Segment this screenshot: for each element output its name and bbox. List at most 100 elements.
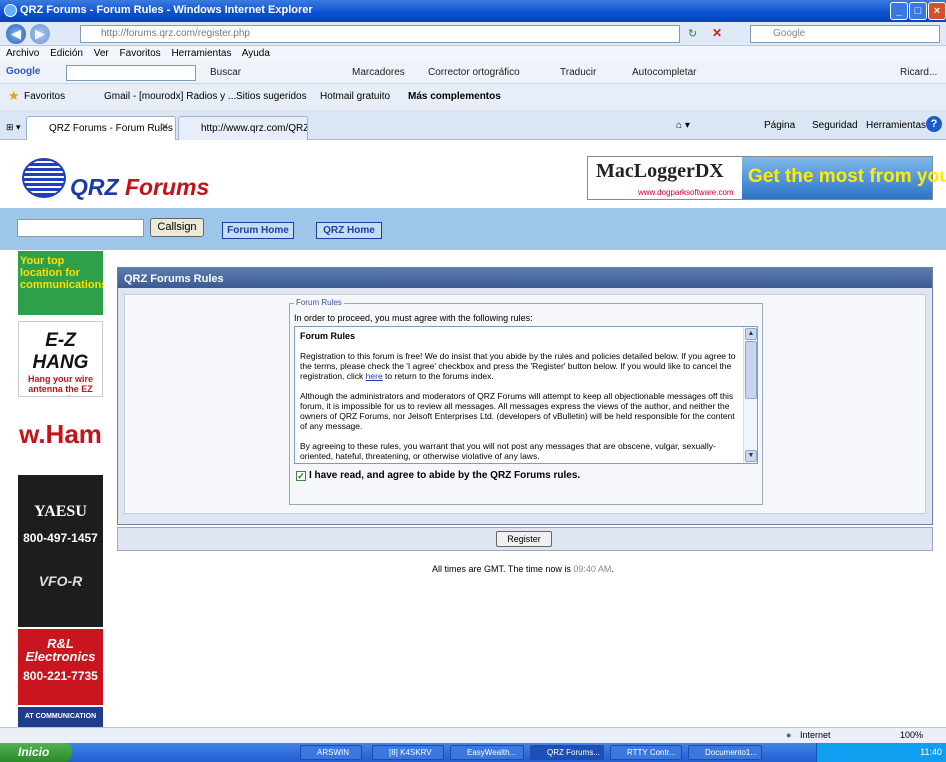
quick-tabs-icon[interactable]: ⊞ ▾: [6, 122, 21, 133]
start-button[interactable]: Inicio: [0, 743, 72, 762]
address-toolbar: ◀ ▶ http://forums.qrz.com/register.php ↻…: [0, 22, 946, 46]
tab-label: http://www.qrz.com/QRZ_T...: [201, 123, 307, 134]
google-user[interactable]: Ricard...: [900, 67, 937, 78]
rules-intro: In order to proceed, you must agree with…: [294, 313, 533, 323]
address-text: http://forums.qrz.com/register.php: [101, 28, 250, 39]
tools-home-icon[interactable]: ⌂ ▾: [676, 120, 690, 131]
fieldset-legend: Forum Rules: [294, 298, 344, 307]
agree-label: I have read, and agree to abide by the Q…: [309, 470, 581, 481]
task-easywealth[interactable]: EasyWealth...: [450, 745, 524, 760]
forward-button[interactable]: ▶: [30, 24, 50, 44]
forum-home-link[interactable]: Forum Home: [222, 222, 294, 239]
menu-ayuda[interactable]: Ayuda: [242, 48, 270, 59]
ad-communications[interactable]: Your top location for communications.: [18, 251, 103, 315]
task-qrz-forums[interactable]: QRZ Forums...: [530, 745, 604, 760]
favorites-button[interactable]: Favoritos: [24, 91, 65, 102]
tab-qrz-home[interactable]: http://www.qrz.com/QRZ_T...: [178, 116, 308, 140]
ad-rl-electronics[interactable]: R&L Electronics 800-221-7735: [18, 629, 103, 705]
page-viewport: QRZ Forums MacLoggerDX www.dogparksoftwa…: [0, 141, 946, 727]
tools-page[interactable]: Página: [764, 120, 795, 131]
rules-paragraph-1: Registration to this forum is free! We d…: [300, 351, 743, 381]
fav-gmail[interactable]: Gmail - [mourodx] Radios y ...: [104, 91, 236, 102]
close-button[interactable]: ×: [928, 2, 946, 20]
security-zone: Internet: [800, 730, 831, 740]
menu-herramientas[interactable]: Herramientas: [171, 48, 231, 59]
site-logo[interactable]: QRZ Forums: [70, 174, 209, 201]
zoom-level[interactable]: 100%: [900, 730, 923, 740]
register-button[interactable]: Register: [496, 531, 552, 547]
menu-edicion[interactable]: Edición: [50, 48, 83, 59]
rules-textbox[interactable]: Forum Rules Registration to this forum i…: [294, 326, 758, 464]
callsign-button[interactable]: Callsign: [150, 218, 204, 237]
agree-checkbox[interactable]: ✓: [296, 471, 306, 481]
internet-zone-icon: ●: [786, 730, 792, 740]
clock[interactable]: 11:40: [920, 747, 942, 757]
menu-archivo[interactable]: Archivo: [6, 48, 39, 59]
rules-panel: QRZ Forums Rules Forum Rules In order to…: [117, 267, 933, 525]
ad-wham[interactable]: w.Ham: [18, 411, 103, 461]
minimize-button[interactable]: _: [890, 2, 908, 20]
rules-paragraph-3: By agreeing to these rules, you warrant …: [300, 441, 716, 461]
rules-text: Forum Rules Registration to this forum i…: [300, 331, 743, 463]
back-button[interactable]: ◀: [6, 24, 26, 44]
google-logo: Google: [6, 66, 41, 77]
cancel-here-link[interactable]: here: [366, 371, 383, 381]
task-arswin[interactable]: ARSWIN: [300, 745, 362, 760]
rules-scrollbar[interactable]: ▲ ▼: [743, 327, 757, 463]
tab-label: QRZ Forums - Forum Rules: [49, 123, 173, 134]
macloggerdx-ad[interactable]: MacLoggerDX www.dogparksoftware.com Get …: [587, 156, 946, 200]
google-marcadores-button[interactable]: Marcadores: [352, 67, 405, 78]
menu-ver[interactable]: Ver: [94, 48, 109, 59]
tab-qrz-forum-rules[interactable]: QRZ Forums - Forum Rules ✕: [26, 116, 176, 140]
scroll-thumb[interactable]: [745, 341, 757, 399]
help-icon[interactable]: ?: [926, 116, 942, 132]
scroll-down-icon[interactable]: ▼: [745, 450, 757, 462]
menu-bar: Archivo Edición Ver Favoritos Herramient…: [0, 46, 946, 62]
callsign-input[interactable]: [17, 219, 144, 237]
google-search-input[interactable]: [66, 65, 196, 81]
tab-close-icon[interactable]: ✕: [161, 122, 169, 133]
tab-bar: ⊞ ▾ QRZ Forums - Forum Rules ✕ http://ww…: [0, 110, 946, 140]
ad-rl-title: R&L Electronics: [25, 636, 96, 664]
agree-row[interactable]: ✓ I have read, and agree to abide by the …: [296, 470, 580, 481]
address-bar[interactable]: http://forums.qrz.com/register.php: [80, 25, 680, 43]
ad-ez-hang-text: Hang your wire antenna the EZ way!: [27, 374, 93, 396]
rules-box-title: Forum Rules: [300, 331, 356, 341]
ad-tagline: Get the most from your rig !: [742, 157, 946, 199]
google-translate-button[interactable]: Traducir: [560, 67, 596, 78]
maximize-button[interactable]: □: [909, 2, 927, 20]
google-spellcheck-button[interactable]: Corrector ortográfico: [428, 67, 520, 78]
ad-ez-hang-title: E-Z HANG: [32, 330, 89, 373]
task-rtty-contest[interactable]: RTTY Contr...: [610, 745, 682, 760]
google-buscar-button[interactable]: Buscar: [210, 67, 241, 78]
server-time: All times are GMT. The time now is 09:40…: [0, 564, 946, 574]
search-input[interactable]: Google: [750, 25, 940, 43]
ad-yaesu-brand: YAESU: [34, 503, 87, 520]
time-prefix: All times are GMT. The time now is: [432, 564, 574, 574]
ad-rl-phone: 800-221-7735: [23, 669, 98, 683]
qrz-globe-logo: [22, 158, 66, 198]
scroll-up-icon[interactable]: ▲: [745, 328, 757, 340]
rules-p1-text-end: to return to the forums index.: [382, 371, 494, 381]
stop-icon[interactable]: ✕: [712, 26, 722, 40]
ad-at-communication[interactable]: AT COMMUNICATION: [18, 707, 103, 727]
google-autofill-button[interactable]: Autocompletar: [632, 67, 696, 78]
favorites-star-icon[interactable]: ★: [8, 88, 20, 104]
ad-domain: www.dogparksoftware.com: [638, 188, 734, 197]
refresh-icon[interactable]: ↻: [688, 27, 697, 40]
menu-favoritos[interactable]: Favoritos: [120, 48, 161, 59]
ad-yaesu-phone: 800-497-1457: [23, 531, 98, 545]
qrz-home-link[interactable]: QRZ Home: [316, 222, 382, 239]
ad-yaesu[interactable]: YAESU 800-497-1457 VFO-R: [18, 475, 103, 627]
fav-more-addons[interactable]: Más complementos: [408, 91, 501, 102]
fav-hotmail[interactable]: Hotmail gratuito: [320, 91, 390, 102]
forum-rules-fieldset: Forum Rules In order to proceed, you mus…: [289, 298, 763, 505]
ad-ez-hang[interactable]: E-Z HANG Hang your wire antenna the EZ w…: [18, 321, 103, 397]
task-k4skrv[interactable]: [8] K4SKRV: [372, 745, 444, 760]
fav-suggested-sites[interactable]: Sitios sugeridos: [236, 91, 307, 102]
tools-security[interactable]: Seguridad: [812, 120, 858, 131]
task-documento1[interactable]: Documento1...: [688, 745, 762, 760]
window-title-bar: QRZ Forums - Forum Rules - Windows Inter…: [0, 0, 946, 22]
rules-panel-body: Forum Rules In order to proceed, you mus…: [124, 294, 926, 514]
tools-tools[interactable]: Herramientas: [866, 120, 926, 131]
